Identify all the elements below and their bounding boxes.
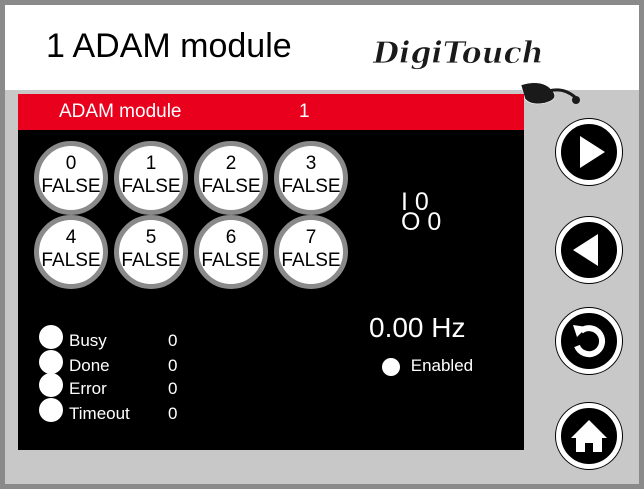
status-value: 0 bbox=[168, 404, 178, 423]
home-button[interactable] bbox=[556, 403, 622, 469]
enabled-label: Enabled bbox=[410, 356, 474, 375]
done-lamp bbox=[39, 350, 63, 374]
channel-3[interactable]: 3 FALSE bbox=[274, 141, 348, 215]
enabled-indicator: Enabled bbox=[382, 356, 473, 376]
module-panel: ADAM module 1 0 FALSE 1 FALSE 2 FALSE 3 … bbox=[18, 94, 524, 450]
channel-value: FALSE bbox=[41, 176, 101, 197]
enabled-lamp bbox=[382, 357, 400, 376]
channel-value: FALSE bbox=[281, 250, 341, 271]
channel-5[interactable]: 5 FALSE bbox=[114, 215, 188, 289]
channel-index: 5 bbox=[145, 227, 157, 248]
undo-icon bbox=[573, 325, 606, 358]
status-error: Error 0 bbox=[39, 373, 177, 398]
svg-text:DigiTouch: DigiTouch bbox=[372, 36, 544, 71]
channel-index: 0 bbox=[65, 153, 77, 174]
channel-value: FALSE bbox=[121, 176, 181, 197]
home-icon bbox=[571, 420, 607, 452]
channel-index: 6 bbox=[225, 227, 237, 248]
back-button[interactable] bbox=[556, 308, 622, 374]
channel-value: FALSE bbox=[201, 176, 261, 197]
channel-2[interactable]: 2 FALSE bbox=[194, 141, 268, 215]
play-back-icon bbox=[573, 234, 598, 266]
output-readout: O 0 bbox=[401, 208, 442, 236]
panel-title: ADAM module bbox=[59, 101, 182, 122]
channel-value: FALSE bbox=[41, 250, 101, 271]
status-value: 0 bbox=[168, 331, 178, 350]
screen-frame: 1 ADAM module DigiTouch ADAM module 1 0 … bbox=[5, 5, 639, 484]
previous-button[interactable] bbox=[556, 217, 622, 283]
panel-header: ADAM module 1 bbox=[18, 94, 524, 130]
status-label: Error bbox=[69, 379, 107, 398]
channel-6[interactable]: 6 FALSE bbox=[194, 215, 268, 289]
frequency-readout: 0.00 Hz bbox=[369, 312, 466, 343]
channel-index: 1 bbox=[145, 153, 157, 174]
channel-value: FALSE bbox=[201, 250, 261, 271]
channel-index: 7 bbox=[305, 227, 317, 248]
play-forward-icon bbox=[580, 136, 605, 168]
status-timeout: Timeout 0 bbox=[39, 398, 177, 423]
status-label: Busy bbox=[69, 331, 107, 350]
next-button[interactable] bbox=[556, 119, 622, 185]
channel-1[interactable]: 1 FALSE bbox=[114, 141, 188, 215]
status-value: 0 bbox=[168, 356, 178, 375]
channel-4[interactable]: 4 FALSE bbox=[34, 215, 108, 289]
channel-7[interactable]: 7 FALSE bbox=[274, 215, 348, 289]
status-label: Done bbox=[69, 356, 110, 375]
channel-index: 3 bbox=[305, 153, 317, 174]
channel-value: FALSE bbox=[281, 176, 341, 197]
status-done: Done 0 bbox=[39, 350, 177, 375]
status-label: Timeout bbox=[69, 404, 130, 423]
error-lamp bbox=[39, 373, 63, 397]
busy-lamp bbox=[39, 325, 63, 349]
status-value: 0 bbox=[168, 379, 178, 398]
page-title: 1 ADAM module bbox=[46, 27, 292, 65]
timeout-lamp bbox=[39, 398, 63, 422]
channel-0[interactable]: 0 FALSE bbox=[34, 141, 108, 215]
status-busy: Busy 0 bbox=[39, 325, 177, 350]
module-number: 1 bbox=[299, 101, 310, 122]
channel-index: 4 bbox=[65, 227, 77, 248]
channel-index: 2 bbox=[225, 153, 237, 174]
channel-value: FALSE bbox=[121, 250, 181, 271]
